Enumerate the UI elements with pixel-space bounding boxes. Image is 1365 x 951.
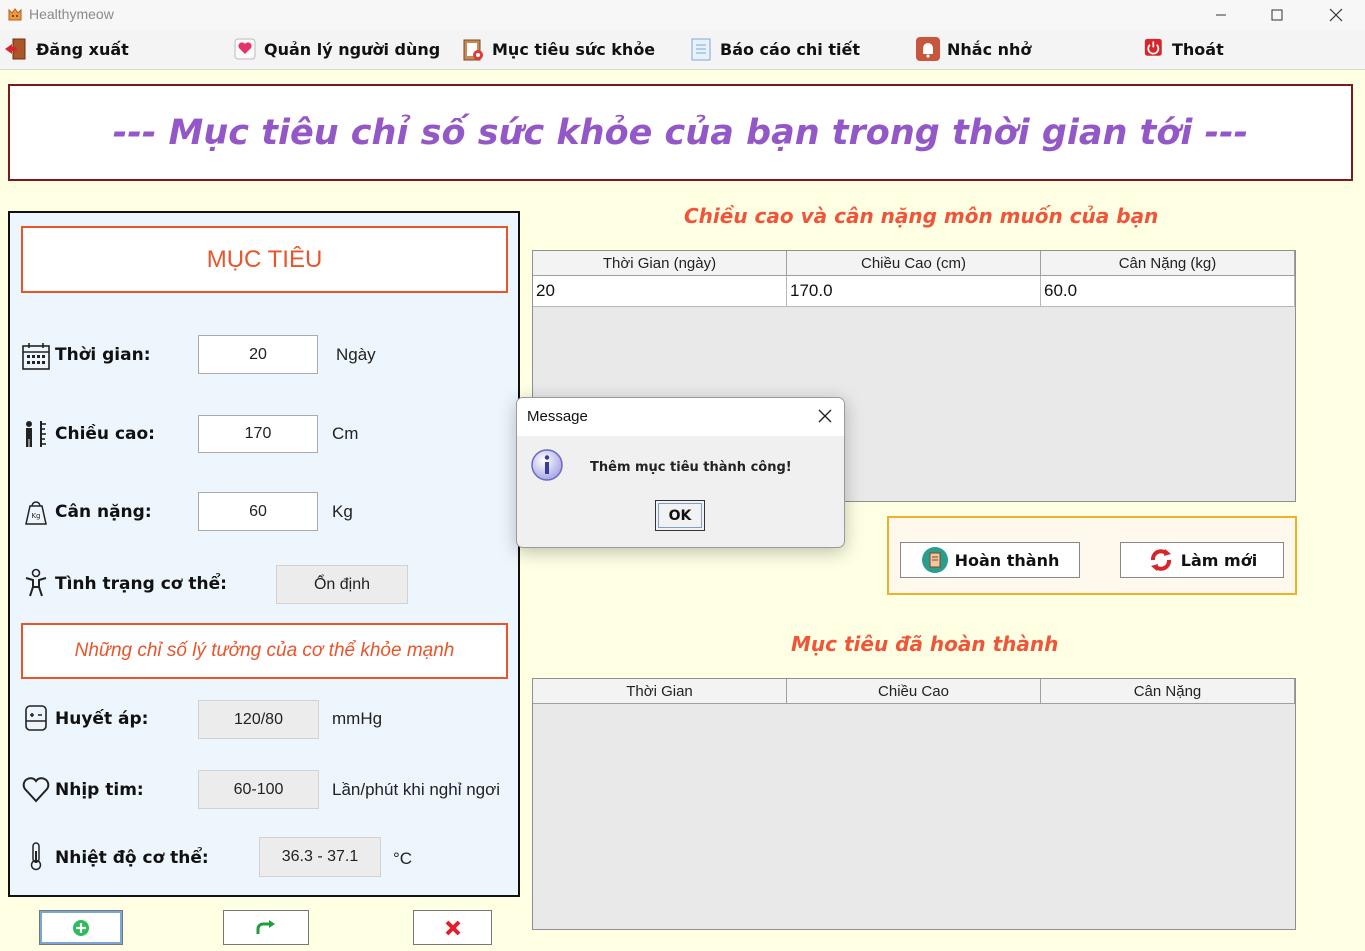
blood-pressure-unit: mmHg bbox=[332, 709, 383, 728]
field-label-time: Thời gian: bbox=[55, 345, 151, 365]
bell-icon bbox=[916, 37, 940, 61]
menu-reminder[interactable]: Nhắc nhở bbox=[915, 30, 1031, 68]
menu-detailed-report[interactable]: Báo cáo chi tiết bbox=[688, 30, 860, 68]
add-goal-button[interactable] bbox=[39, 910, 123, 945]
ok-button[interactable]: OK bbox=[655, 500, 705, 531]
completed-heading: Mục tiêu đã hoàn thành bbox=[791, 632, 1059, 656]
body-temperature-field: 36.3 - 37.1 bbox=[259, 837, 381, 877]
menu-user-management[interactable]: Quản lý người dùng bbox=[232, 30, 440, 68]
heart-outline-icon bbox=[22, 777, 50, 803]
maximize-button[interactable] bbox=[1248, 0, 1306, 30]
field-label-weight: Cân nặng: bbox=[55, 502, 152, 522]
complete-button[interactable]: Hoàn thành bbox=[900, 542, 1080, 578]
completed-table: Thời Gian Chiều Cao Cân Nặng bbox=[532, 678, 1296, 930]
column-header[interactable]: Chiều Cao bbox=[787, 679, 1041, 704]
red-x-icon bbox=[445, 920, 460, 935]
menu-logout[interactable]: Đăng xuất bbox=[4, 30, 129, 68]
weight-unit: Kg bbox=[332, 502, 353, 521]
field-label-body-temperature: Nhiệt độ cơ thể: bbox=[55, 848, 209, 868]
page-banner: --- Mục tiêu chỉ số sức khỏe của bạn tro… bbox=[8, 84, 1353, 181]
close-window-button[interactable] bbox=[1307, 0, 1365, 30]
height-input[interactable]: 170 bbox=[198, 415, 318, 453]
height-unit: Cm bbox=[332, 424, 359, 443]
time-unit: Ngày bbox=[336, 345, 376, 364]
weight-input[interactable]: 60 bbox=[198, 492, 318, 531]
completed-table-header: Thời Gian Chiều Cao Cân Nặng bbox=[533, 679, 1295, 704]
menu-label: Đăng xuất bbox=[36, 39, 129, 59]
height-ruler-icon bbox=[26, 421, 46, 447]
minimize-button[interactable] bbox=[1192, 0, 1250, 30]
info-icon bbox=[531, 449, 563, 481]
clipboard-check-icon bbox=[921, 547, 948, 573]
dialog-message: Thêm mục tiêu thành công! bbox=[590, 460, 792, 475]
heart-card-icon bbox=[234, 38, 256, 60]
dialog-title: Message bbox=[527, 408, 588, 425]
message-dialog: Message Thêm mục tiêu thành công! OK bbox=[516, 397, 845, 548]
table-cell[interactable]: 170.0 bbox=[787, 276, 1041, 307]
page-title: --- Mục tiêu chỉ số sức khỏe của bạn tro… bbox=[112, 112, 1249, 153]
ideal-indices-title: Những chỉ số lý tưởng của cơ thể khỏe mạ… bbox=[74, 640, 455, 661]
plus-circle-icon bbox=[73, 919, 89, 936]
calendar-icon bbox=[22, 343, 50, 370]
goal-title: MỤC TIÊU bbox=[206, 245, 323, 273]
heart-rate-unit: Lần/phút khi nghỉ ngơi bbox=[332, 780, 501, 799]
blood-pressure-field: 120/80 bbox=[198, 700, 319, 739]
body-figure-icon bbox=[25, 568, 47, 597]
table-row[interactable]: 20 170.0 60.0 bbox=[533, 276, 1295, 307]
dialog-close-button[interactable] bbox=[815, 406, 835, 426]
maximize-icon bbox=[1271, 9, 1283, 21]
menu-label: Báo cáo chi tiết bbox=[720, 39, 860, 59]
target-table-header: Thời Gian (ngày) Chiều Cao (cm) Cân Nặng… bbox=[533, 251, 1295, 276]
refresh-label: Làm mới bbox=[1180, 550, 1258, 570]
column-header[interactable]: Thời Gian (ngày) bbox=[533, 251, 787, 276]
menu-label: Mục tiêu sức khỏe bbox=[492, 39, 656, 59]
heart-rate-field: 60-100 bbox=[198, 770, 319, 809]
body-temperature-unit: °C bbox=[393, 849, 413, 868]
complete-label: Hoàn thành bbox=[954, 550, 1060, 570]
goal-form-panel: MỤC TIÊU Thời gian: 20 Ngày Chiều cao: 1… bbox=[8, 211, 520, 897]
menu-label: Thoát bbox=[1172, 39, 1224, 59]
power-icon bbox=[1144, 38, 1162, 56]
ideal-indices-box: Những chỉ số lý tưởng của cơ thể khỏe mạ… bbox=[21, 623, 508, 679]
field-label-blood-pressure: Huyết áp: bbox=[55, 709, 149, 729]
menu-health-goal[interactable]: Mục tiêu sức khỏe bbox=[460, 30, 655, 68]
thermometer-icon bbox=[30, 842, 42, 871]
weight-scale-icon: Kg bbox=[25, 501, 47, 525]
column-header[interactable]: Cân Nặng (kg) bbox=[1041, 251, 1295, 276]
clipboard-target-icon bbox=[463, 39, 483, 61]
delete-button[interactable] bbox=[413, 910, 492, 945]
close-icon bbox=[1329, 8, 1343, 22]
menu-label: Quản lý người dùng bbox=[264, 39, 441, 59]
column-header[interactable]: Cân Nặng bbox=[1041, 679, 1295, 704]
title-bar: Healthymeow bbox=[0, 0, 1365, 30]
table-cell[interactable]: 20 bbox=[533, 276, 787, 307]
field-label-heart-rate: Nhịp tim: bbox=[55, 780, 144, 800]
column-header[interactable]: Thời Gian bbox=[533, 679, 787, 704]
field-label-height: Chiều cao: bbox=[55, 424, 155, 444]
goal-title-box: MỤC TIÊU bbox=[21, 226, 508, 293]
body-status-field: Ổn định bbox=[276, 565, 408, 604]
redo-arrow-icon bbox=[256, 919, 275, 934]
field-label-body-status: Tình trạng cơ thể: bbox=[55, 574, 227, 594]
svg-text:Kg: Kg bbox=[31, 512, 40, 520]
refresh-icon bbox=[1150, 549, 1171, 571]
time-input[interactable]: 20 bbox=[198, 335, 318, 374]
column-header[interactable]: Chiều Cao (cm) bbox=[787, 251, 1041, 276]
table-cell[interactable]: 60.0 bbox=[1041, 276, 1295, 307]
blood-pressure-icon bbox=[25, 705, 47, 731]
logout-door-icon bbox=[5, 38, 26, 60]
action-panel: Hoàn thành Làm mới bbox=[887, 516, 1297, 595]
redo-button[interactable] bbox=[223, 910, 309, 945]
menu-exit[interactable]: Thoát bbox=[1144, 30, 1224, 68]
window-title: Healthymeow bbox=[29, 6, 114, 22]
report-sheet-icon bbox=[691, 38, 711, 61]
menu-bar: Đăng xuất Quản lý người dùng Mục tiêu sứ… bbox=[0, 30, 1365, 70]
menu-label: Nhắc nhở bbox=[947, 39, 1032, 59]
target-heading: Chiều cao và cân nặng môn muốn của bạn bbox=[684, 204, 1159, 228]
minimize-icon bbox=[1216, 14, 1226, 16]
refresh-button[interactable]: Làm mới bbox=[1120, 542, 1284, 578]
cat-app-icon bbox=[8, 8, 22, 21]
